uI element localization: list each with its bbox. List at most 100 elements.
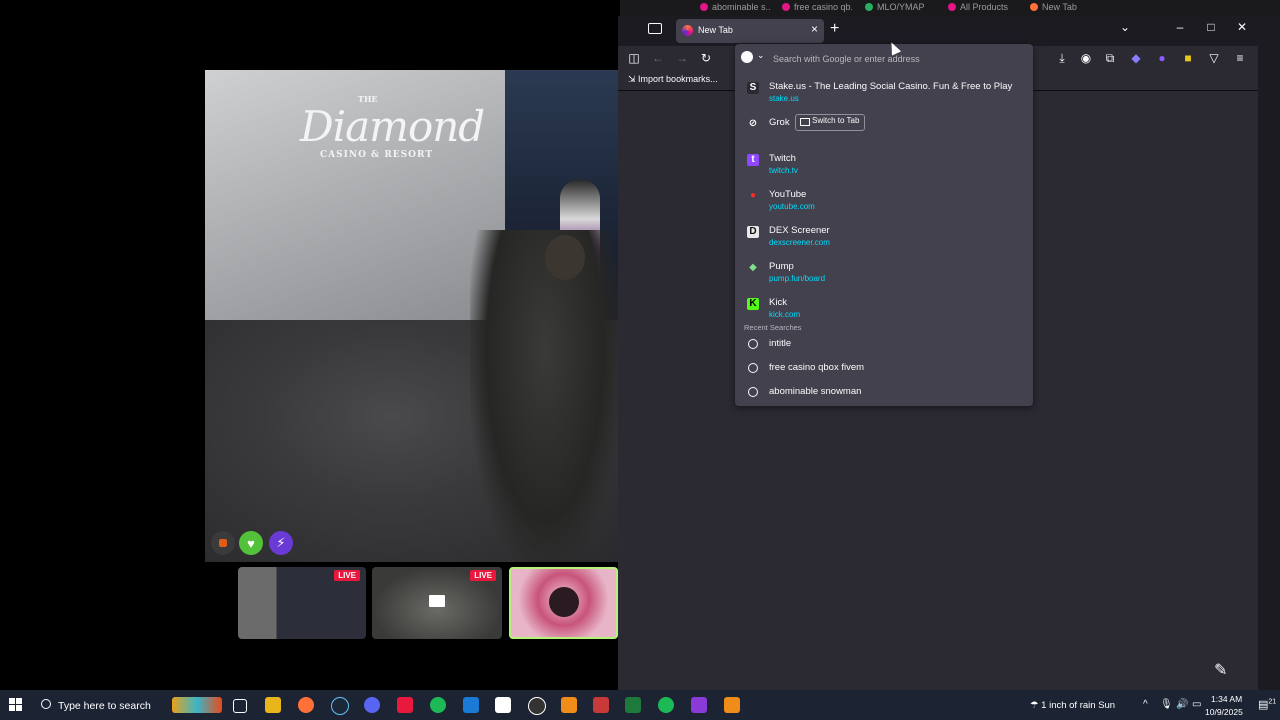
suggestion-url: stake.us xyxy=(769,94,799,103)
app-icon[interactable] xyxy=(495,697,511,713)
close-window-button[interactable]: ✕ xyxy=(1227,20,1257,34)
recent-search-text: free casino qbox fivem xyxy=(769,362,865,373)
steam-icon[interactable] xyxy=(331,697,349,715)
casino-logo: THE Diamond CASINO & RESORT xyxy=(300,88,485,178)
background-tab[interactable]: New Tab xyxy=(1030,2,1090,16)
player-character xyxy=(470,230,618,562)
network-icon[interactable]: ▭ xyxy=(1192,699,1201,710)
downloads-icon[interactable]: ⤓ xyxy=(1054,51,1070,66)
badge-icon[interactable] xyxy=(211,531,235,555)
suggestion-row[interactable]: ● YouTube youtube.com xyxy=(735,185,1033,219)
suggestion-title: Kick xyxy=(769,297,787,308)
import-bookmarks-button[interactable]: ⇲ Import bookmarks... xyxy=(628,74,718,85)
logo-name: Diamond xyxy=(300,102,485,151)
back-icon[interactable]: ← xyxy=(650,51,666,65)
suggestion-row[interactable]: t Twitch twitch.tv xyxy=(735,149,1033,183)
suggestion-title: Stake.us - The Leading Social Casino. Fu… xyxy=(769,81,1013,92)
tab-new-tab[interactable]: New Tab × xyxy=(676,19,824,43)
pencil-icon[interactable]: ✎ xyxy=(1214,660,1227,680)
file-explorer-icon[interactable] xyxy=(265,697,281,713)
switch-to-tab-label: Switch to Tab xyxy=(812,116,860,125)
background-window-edge xyxy=(1258,16,1280,690)
stream-thumbnail-selected[interactable] xyxy=(509,567,618,639)
taskbar-search[interactable]: Type here to search xyxy=(33,690,163,720)
maximize-button[interactable]: □ xyxy=(1196,20,1226,34)
suggestion-url: twitch.tv xyxy=(769,166,798,175)
avatar xyxy=(549,587,579,617)
search-icon xyxy=(41,699,51,709)
firefox-icon xyxy=(682,25,693,36)
background-tab-label: MLO/YMAP xyxy=(877,2,925,12)
clock-time[interactable]: 1:34 AM xyxy=(1211,694,1242,704)
menu-icon[interactable]: ≡ xyxy=(1232,51,1248,65)
tab-overview-icon[interactable] xyxy=(648,23,662,34)
volume-icon[interactable]: 🔊 xyxy=(1176,699,1188,710)
notifications-icon[interactable]: ▤21 xyxy=(1258,698,1276,711)
task-view-icon[interactable] xyxy=(233,699,247,713)
youtube-icon: ● xyxy=(749,190,757,201)
extension-icon[interactable]: ◆ xyxy=(1128,51,1144,65)
recent-search-row[interactable]: intitle xyxy=(735,335,1033,359)
switch-to-tab-button[interactable]: Switch to Tab xyxy=(795,114,866,131)
taskbar-app-icon[interactable] xyxy=(172,697,222,713)
microphone-icon[interactable]: 🎙 xyxy=(1160,699,1173,710)
app-icon[interactable] xyxy=(397,697,413,713)
lightning-icon[interactable]: ⚡ xyxy=(269,531,293,555)
background-tab[interactable]: MLO/YMAP xyxy=(865,2,925,16)
close-tab-icon[interactable]: × xyxy=(811,22,818,36)
app-icon[interactable] xyxy=(593,697,609,713)
recent-search-row[interactable]: free casino qbox fivem xyxy=(735,359,1033,383)
windows-start-icon[interactable] xyxy=(9,698,23,712)
app-icon[interactable] xyxy=(463,697,479,713)
clock-date[interactable]: 10/9/2025 xyxy=(1205,707,1243,717)
firefox-taskbar-icon[interactable] xyxy=(298,697,314,713)
forward-icon[interactable]: → xyxy=(674,51,690,65)
heart-icon[interactable]: ♥ xyxy=(239,531,263,555)
list-all-tabs-icon[interactable]: ⌄ xyxy=(1110,20,1140,34)
chevron-down-icon[interactable]: ⌄ xyxy=(757,50,765,61)
stream-thumbnail[interactable]: LIVE xyxy=(372,567,502,639)
app-icon[interactable] xyxy=(724,697,740,713)
discord-icon[interactable] xyxy=(364,697,380,713)
player-head xyxy=(545,235,585,280)
extensions-icon[interactable]: ⧉ xyxy=(1102,51,1118,66)
app-icon[interactable] xyxy=(658,697,674,713)
firefox-window: New Tab × + ⌄ – □ ✕ ◫ ← → ↻ ⤓ ◉ ⧉ ◆ ● ■ … xyxy=(618,16,1258,690)
weather-widget[interactable]: ☂ 1 inch of rain Sun xyxy=(1030,700,1115,711)
stream-thumbnail[interactable]: LIVE xyxy=(238,567,366,639)
recent-search-text: abominable snowman xyxy=(769,386,862,397)
tab-icon xyxy=(800,118,810,126)
extension-icon[interactable]: ● xyxy=(1154,51,1170,65)
recent-search-row[interactable]: abominable snowman xyxy=(735,383,1033,407)
background-tab-label: abominable s... xyxy=(712,2,770,12)
app-icon[interactable] xyxy=(561,697,577,713)
account-icon[interactable]: ◉ xyxy=(1078,51,1094,65)
background-tab[interactable]: abominable s... xyxy=(700,2,770,16)
extension-icon[interactable]: ■ xyxy=(1180,51,1196,65)
filter-icon[interactable]: ▽ xyxy=(1206,51,1222,65)
suggestion-title: Grok xyxy=(769,117,790,128)
import-bookmarks-label: Import bookmarks... xyxy=(638,74,718,84)
chevron-up-icon[interactable]: ^ xyxy=(1143,699,1148,710)
suggestion-row[interactable]: S Stake.us - The Leading Social Casino. … xyxy=(735,77,1033,111)
app-icon[interactable] xyxy=(691,697,707,713)
suggestion-row[interactable]: ⊘ Grok Switch to Tab xyxy=(735,113,1033,147)
suggestion-row[interactable]: ◆ Pump pump.fun/board xyxy=(735,257,1033,291)
grok-icon: ⊘ xyxy=(748,118,758,129)
suggestion-title: Pump xyxy=(769,261,794,272)
background-tab[interactable]: free casino qb... xyxy=(782,2,852,16)
stream-video[interactable]: THE Diamond CASINO & RESORT xyxy=(205,70,618,562)
google-icon[interactable] xyxy=(741,51,753,63)
sidebar-icon[interactable]: ◫ xyxy=(626,51,642,65)
spotify-icon[interactable] xyxy=(430,697,446,713)
obs-icon[interactable] xyxy=(528,697,546,715)
minimize-button[interactable]: – xyxy=(1165,20,1195,34)
suggestion-row[interactable]: D DEX Screener dexscreener.com xyxy=(735,221,1033,255)
reload-icon[interactable]: ↻ xyxy=(698,51,714,65)
history-icon xyxy=(748,363,758,373)
background-tab[interactable]: All Products xyxy=(948,2,1018,16)
suggestion-row[interactable]: K Kick kick.com xyxy=(735,293,1033,327)
app-icon[interactable] xyxy=(625,697,641,713)
new-tab-button[interactable]: + xyxy=(830,20,839,38)
suggestion-url: kick.com xyxy=(769,310,801,319)
